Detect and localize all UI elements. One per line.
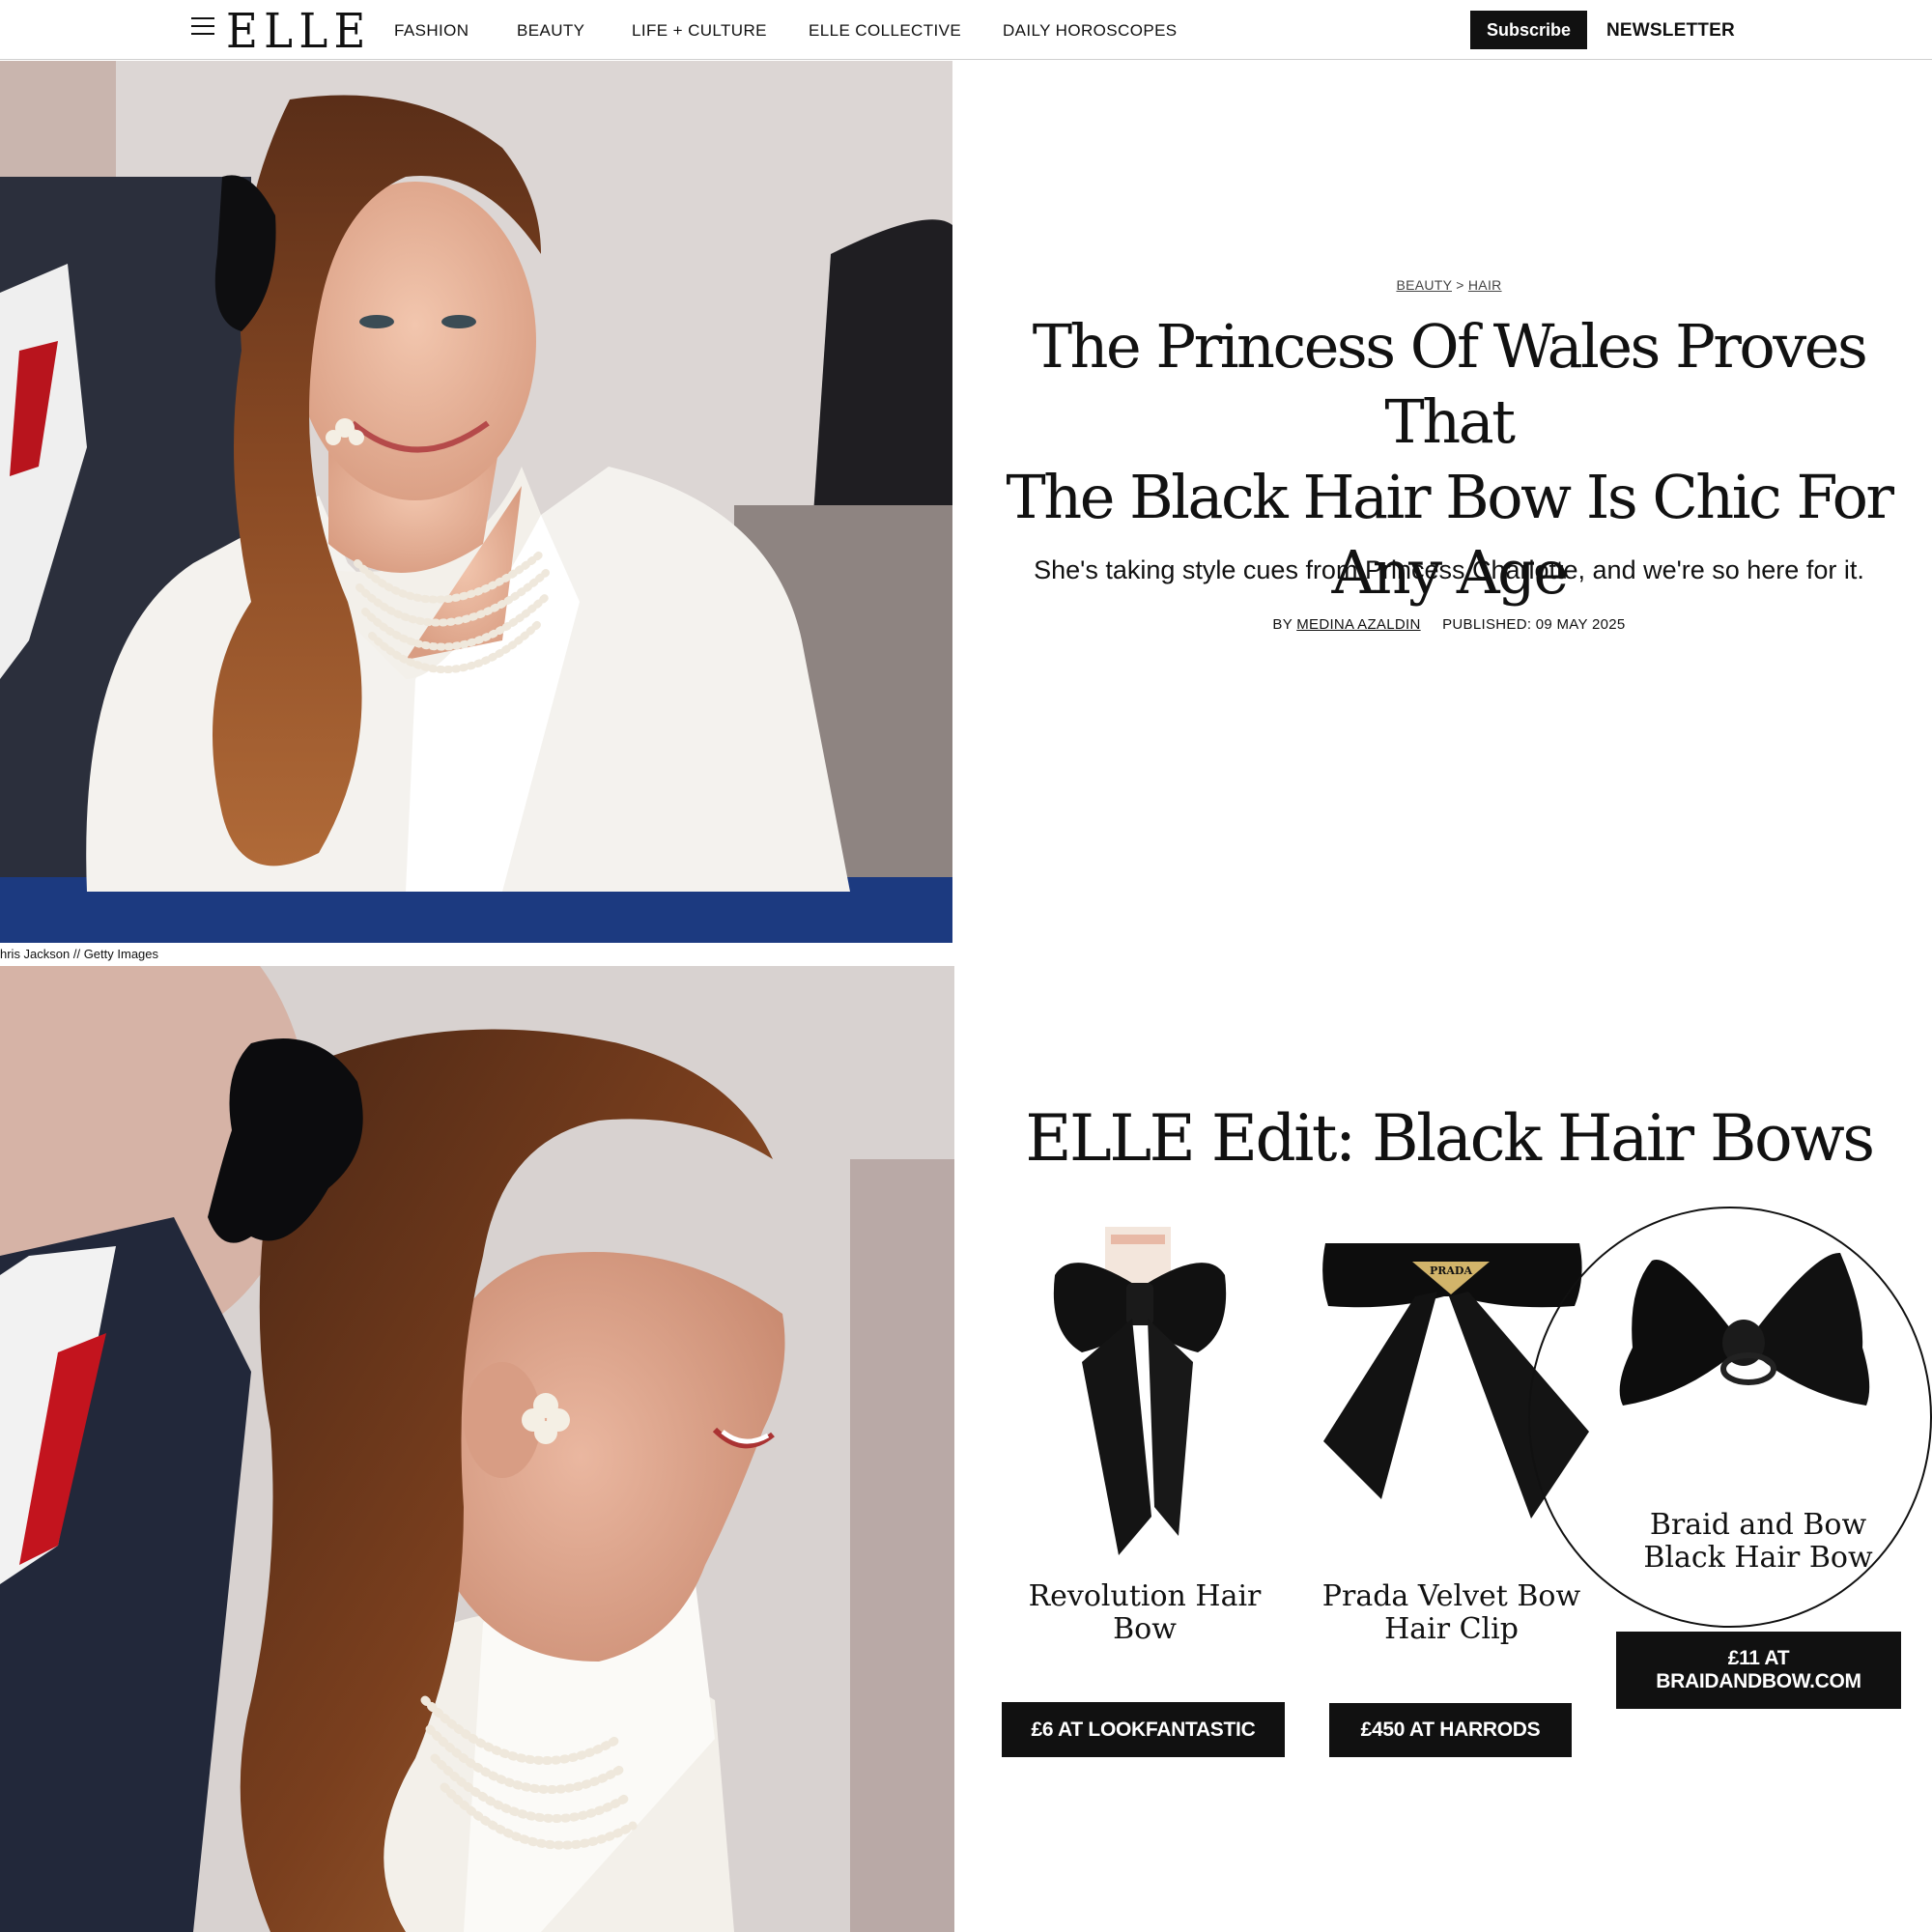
nav-life-culture[interactable]: LIFE + CULTURE bbox=[632, 21, 767, 41]
buy-lookfantastic-button[interactable]: £6 AT LOOKFANTASTIC bbox=[1002, 1702, 1285, 1757]
buy-braidandbow-button[interactable]: £11 AT BRAIDANDBOW.COM bbox=[1616, 1632, 1901, 1709]
edit-title: ELLE Edit: Black Hair Bows bbox=[1025, 1101, 1875, 1176]
product-name-line: Prada Velvet Bow bbox=[1321, 1579, 1581, 1613]
buy-harrods-button[interactable]: £450 AT HARRODS bbox=[1329, 1703, 1572, 1757]
byline-prefix: BY bbox=[1272, 616, 1293, 633]
cta-line: BRAIDANDBOW.COM bbox=[1656, 1670, 1861, 1692]
nav-daily-horoscopes[interactable]: DAILY HOROSCOPES bbox=[1003, 21, 1178, 41]
title-line: The Princess Of Wales Proves That bbox=[1032, 311, 1868, 457]
site-header: ELLE FASHION BEAUTY LIFE + CULTURE ELLE … bbox=[0, 0, 1932, 60]
breadcrumb: BEAUTY > HAIR bbox=[966, 277, 1932, 293]
product-image-revolution[interactable] bbox=[1043, 1227, 1236, 1560]
product-name-line: Revolution Hair bbox=[1028, 1579, 1262, 1613]
product-name-line: Braid and Bow bbox=[1649, 1508, 1867, 1542]
author-link[interactable]: MEDINA AZALDIN bbox=[1296, 616, 1420, 633]
prada-logo-text: PRADA bbox=[1430, 1264, 1472, 1277]
cta-line: £11 AT bbox=[1727, 1647, 1790, 1669]
standfirst: She's taking style cues from Princess Ch… bbox=[1034, 555, 1864, 584]
breadcrumb-beauty[interactable]: BEAUTY bbox=[1396, 277, 1452, 293]
hero-photo bbox=[0, 61, 952, 943]
title-line: The Black Hair Bow Is Chic For bbox=[1006, 462, 1894, 532]
newsletter-link[interactable]: NEWSLETTER bbox=[1606, 20, 1735, 42]
product-name-braid-and-bow: Braid and Bow Black Hair Bow bbox=[1599, 1509, 1918, 1575]
menu-icon[interactable] bbox=[191, 17, 214, 37]
product-image-prada[interactable]: PRADA bbox=[1314, 1238, 1589, 1523]
byline: BY MEDINA AZALDIN PUBLISHED: 09 MAY 2025 bbox=[966, 616, 1932, 633]
nav-fashion[interactable]: FASHION bbox=[394, 21, 469, 41]
elle-logo[interactable]: ELLE bbox=[226, 4, 372, 58]
product-name-line: Bow bbox=[1113, 1612, 1177, 1646]
profile-photo bbox=[0, 966, 954, 1932]
nav-elle-collective[interactable]: ELLE COLLECTIVE bbox=[809, 21, 961, 41]
breadcrumb-hair[interactable]: HAIR bbox=[1468, 277, 1502, 293]
product-image-braid-and-bow[interactable] bbox=[1613, 1251, 1874, 1439]
product-name-revolution: Revolution Hair Bow bbox=[1005, 1580, 1285, 1646]
photo-credit: hris Jackson // Getty Images bbox=[0, 947, 159, 961]
product-name-line: Hair Clip bbox=[1384, 1612, 1519, 1646]
product-name-line: Black Hair Bow bbox=[1643, 1541, 1873, 1575]
published-date: PUBLISHED: 09 MAY 2025 bbox=[1442, 616, 1626, 633]
breadcrumb-separator: > bbox=[1456, 277, 1464, 293]
subscribe-button[interactable]: Subscribe bbox=[1470, 11, 1587, 49]
nav-beauty[interactable]: BEAUTY bbox=[517, 21, 584, 41]
product-name-prada: Prada Velvet Bow Hair Clip bbox=[1314, 1580, 1589, 1646]
